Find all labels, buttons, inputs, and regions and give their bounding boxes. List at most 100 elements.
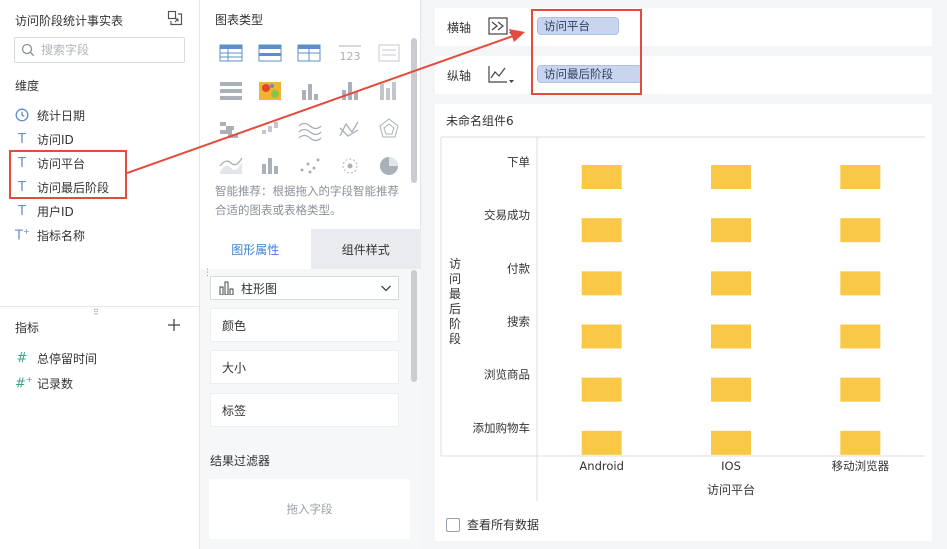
switch-dataset-icon[interactable] [167,10,183,26]
y-axis-title-char: 最 [449,287,461,301]
chart-types-scrollbar[interactable] [411,38,417,183]
x-tick-label: Android [579,459,623,473]
bar-mark [840,324,881,349]
field-item-record-count[interactable]: #+ 记录数 [15,373,73,393]
bar-mark [711,271,751,296]
y-axis-row: 纵轴 访问最后阶段 [435,56,932,94]
bar-mark [581,377,622,402]
bar-mark [711,377,751,402]
tab-component-style[interactable]: 组件样式 [310,229,421,269]
bar-mark [711,165,751,189]
chart-type-grid: 123 [219,44,400,175]
bar-mark [840,271,881,296]
add-icon[interactable] [167,318,181,332]
y-axis-title-char: 后 [449,302,461,316]
text-component-icon[interactable] [378,44,400,62]
property-label[interactable]: 标签 [210,393,399,427]
y-axis-title-char: 访 [449,257,461,271]
bar-chart-icon [219,281,234,295]
search-input[interactable] [41,41,179,59]
field-item-stat-date[interactable]: 统计日期 [15,105,85,125]
bar-mark [581,218,622,243]
clock-icon [15,108,29,122]
x-axis-title: 访问平台 [707,482,755,497]
field-item-visit-id[interactable]: T 访问ID [15,129,74,149]
chart-type-select[interactable]: 柱形图 [210,276,399,300]
bar-mark [840,430,881,455]
field-item-user-id[interactable]: T 用户ID [15,201,74,221]
resize-handle-icon[interactable]: ⠿ [93,308,100,317]
waterfall-icon[interactable] [220,122,238,138]
y-tick-label: 下单 [507,155,530,169]
number-type-icon: # [16,350,28,366]
properties-scrollbar[interactable] [411,270,417,382]
field-label: 访问ID [37,132,74,147]
y-axis-title-char: 段 [449,331,461,346]
view-all-data-checkbox[interactable] [446,517,460,532]
range-bar-icon[interactable] [262,122,278,134]
kpi-number-icon[interactable]: 123 [339,45,361,63]
radar-chart-icon[interactable] [379,118,399,138]
list-chart-icon[interactable] [220,82,242,100]
field-item-metric-name[interactable]: T+ 指标名称 [15,225,85,245]
y-axis-title-char: 阶 [449,317,461,331]
y-tick-label: 添加购物车 [473,421,531,435]
panel-divider[interactable] [0,306,200,307]
bubble-chart-icon[interactable] [342,158,358,174]
chevron-down-icon [381,285,391,292]
y-tick-label: 付款 [507,261,530,275]
highlight-box-axes [531,9,642,95]
number-calc-type-icon: #+ [15,374,33,392]
area-chart-icon[interactable] [219,157,243,174]
bar-chart-icon[interactable] [342,82,358,100]
heatmap-icon[interactable] [259,82,281,100]
cross-table-icon[interactable] [258,44,282,62]
filter-drop-zone[interactable]: 拖入字段 [209,479,410,539]
chart-component: 未命名组件6 下单 交易成功 付款 搜索 浏览商品 添加购物车 Android IOS 移动浏览… [435,104,932,541]
bar-mark [840,218,881,243]
bar-mark [581,271,622,296]
highlight-box-dimensions [9,150,127,199]
field-label: 记录数 [37,376,74,391]
search-icon [21,43,35,57]
column-mix-icon[interactable] [262,158,278,174]
view-all-data[interactable]: 查看所有数据 [446,516,539,533]
x-tick-label: 移动浏览器 [832,459,890,473]
dimensions-header: 维度 [15,79,40,93]
y-tick-label: 浏览商品 [484,368,530,382]
smart-recommend-tip: 智能推荐：根据拖入的字段智能推荐合适的图表或表格类型。 [215,184,399,217]
bar-mark [581,324,622,349]
field-label: 总停留时间 [37,351,98,366]
pie-chart-icon[interactable] [380,157,398,175]
property-color[interactable]: 颜色 [210,308,399,342]
x-axis-type-icon[interactable] [487,16,515,38]
x-axis-label: 横轴 [447,21,472,35]
bar-mark [581,430,622,455]
scatter-chart-icon[interactable] [300,158,320,174]
property-tabs: 图形属性 组件样式 [200,229,421,269]
y-axis-type-icon[interactable] [487,64,515,86]
x-axis-row: 横轴 访问平台 [435,8,932,46]
y-axis-label: 纵轴 [447,69,472,83]
field-label: 用户ID [37,204,74,219]
view-all-data-label: 查看所有数据 [467,518,540,532]
bar-mark [711,218,751,243]
grouped-bar-icon[interactable] [302,84,318,100]
field-item-total-stay-time[interactable]: # 总停留时间 [15,348,97,368]
multi-line-icon[interactable] [298,122,322,142]
svg-text:123: 123 [340,50,361,63]
field-search[interactable] [14,37,185,63]
field-label: 指标名称 [37,228,86,243]
result-filter-title: 结果过滤器 [210,454,271,468]
y-tick-label: 搜索 [507,315,530,329]
detail-table-icon[interactable] [297,44,321,62]
property-size[interactable]: 大小 [210,350,399,384]
stacked-bar-icon[interactable] [380,82,396,100]
table-chart-icon[interactable] [219,44,243,62]
bar-mark [581,165,622,189]
line-chart-icon[interactable] [339,121,359,137]
text-type-icon: T [18,203,26,219]
bar-mark [711,324,751,349]
tab-graphic-properties[interactable]: 图形属性 [200,229,311,269]
dataset-title: 访问阶段统计事实表 [15,14,124,28]
